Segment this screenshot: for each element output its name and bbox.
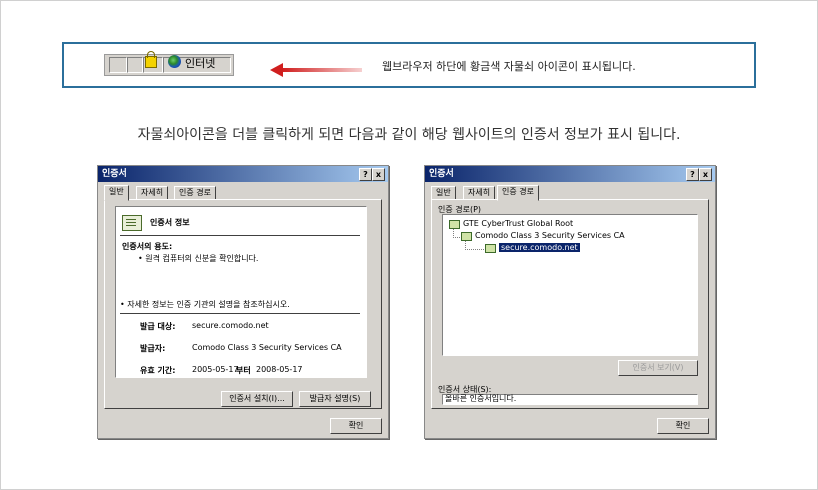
tab-certification-path[interactable]: 인증 경로 bbox=[497, 185, 539, 201]
dialog-title: 인증서 bbox=[429, 169, 454, 179]
certificate-icon bbox=[461, 232, 472, 241]
tree-connector bbox=[453, 229, 460, 238]
purpose-item: • 원격 컴퓨터의 신분을 확인합니다. bbox=[138, 254, 259, 263]
tab-panel: 인증 경로(P) GTE CyberTrust Global Root Como… bbox=[431, 199, 709, 409]
padlock-icon[interactable] bbox=[145, 51, 157, 68]
valid-to: 2008-05-17 bbox=[256, 365, 303, 374]
certificate-status-value: 올바른 인증서입니다. bbox=[445, 394, 517, 403]
tree-connector bbox=[465, 241, 484, 250]
issued-to-label: 발급 대상: bbox=[140, 322, 176, 331]
tab-certification-path[interactable]: 인증 경로 bbox=[174, 186, 216, 200]
ok-button[interactable]: 확인 bbox=[330, 418, 382, 434]
tab-details[interactable]: 자세히 bbox=[136, 186, 169, 200]
close-icon[interactable]: x bbox=[372, 168, 385, 181]
certificate-icon bbox=[485, 244, 496, 253]
browser-status-banner: 인터넷 웹브라우저 하단에 황금색 자물쇠 아이콘이 표시됩니다. bbox=[62, 42, 756, 88]
validity-label: 유효 기간: bbox=[140, 366, 176, 375]
cert-info-heading: 인증서 정보 bbox=[150, 218, 190, 227]
instruction-caption: 자물쇠아이콘을 더블 클릭하게 되면 다음과 같이 해당 웹사이트의 인증서 정… bbox=[137, 127, 681, 143]
internet-zone-label: 인터넷 bbox=[185, 57, 216, 70]
status-cell bbox=[127, 57, 143, 73]
issuer-label: 발급자: bbox=[140, 344, 166, 353]
certificate-info-box: 인증서 정보 인증서의 용도: • 원격 컴퓨터의 신분을 확인합니다. • 자… bbox=[115, 206, 367, 378]
close-icon[interactable]: x bbox=[699, 168, 712, 181]
valid-from: 2005-05-17 bbox=[192, 365, 239, 374]
tab-general[interactable]: 일반 bbox=[104, 185, 129, 201]
path-intermediate[interactable]: Comodo Class 3 Security Services CA bbox=[475, 231, 625, 240]
view-certificate-button[interactable]: 인증서 보기(V) bbox=[618, 360, 698, 376]
status-cell bbox=[109, 57, 127, 73]
internet-globe-icon bbox=[168, 55, 181, 68]
certificate-icon bbox=[449, 220, 460, 229]
path-leaf-selected[interactable]: secure.comodo.net bbox=[499, 243, 580, 252]
install-certificate-button[interactable]: 인증서 설치(I)... bbox=[221, 391, 293, 407]
certification-path-tree[interactable]: GTE CyberTrust Global Root Comodo Class … bbox=[442, 214, 698, 356]
dialog-title: 인증서 bbox=[102, 169, 127, 179]
divider bbox=[120, 235, 360, 237]
dialog-titlebar: 인증서 ? x bbox=[425, 166, 715, 182]
tab-details[interactable]: 자세히 bbox=[463, 186, 496, 200]
path-root[interactable]: GTE CyberTrust Global Root bbox=[463, 219, 573, 228]
help-icon[interactable]: ? bbox=[686, 168, 699, 181]
certificate-dialog-path: 인증서 ? x 일반 자세히 인증 경로 인증 경로(P) GTE CyberT… bbox=[424, 165, 716, 439]
valid-to-label: 부터 bbox=[236, 366, 251, 375]
tab-general[interactable]: 일반 bbox=[431, 186, 456, 200]
banner-description: 웹브라우저 하단에 황금색 자물쇠 아이콘이 표시됩니다. bbox=[382, 60, 636, 73]
issuer-statement-button[interactable]: 발급자 설명(S) bbox=[299, 391, 371, 407]
issuer-value: Comodo Class 3 Security Services CA bbox=[192, 343, 342, 352]
ok-button[interactable]: 확인 bbox=[657, 418, 709, 434]
certificate-icon bbox=[122, 215, 142, 231]
red-arrow-shaft bbox=[282, 68, 362, 72]
certificate-status-box: 올바른 인증서입니다. bbox=[442, 394, 698, 405]
certificate-dialog-general: 인증서 ? x 일반 자세히 인증 경로 인증서 정보 인증서의 용도: • 원… bbox=[97, 165, 389, 439]
divider bbox=[120, 313, 360, 315]
dialog-titlebar: 인증서 ? x bbox=[98, 166, 388, 182]
issued-to-value: secure.comodo.net bbox=[192, 321, 269, 330]
info-note: • 자세한 정보는 인증 기관의 설명을 참조하십시오. bbox=[120, 300, 290, 309]
tab-panel: 인증서 정보 인증서의 용도: • 원격 컴퓨터의 신분을 확인합니다. • 자… bbox=[104, 199, 382, 409]
purpose-label: 인증서의 용도: bbox=[122, 242, 173, 251]
help-icon[interactable]: ? bbox=[359, 168, 372, 181]
